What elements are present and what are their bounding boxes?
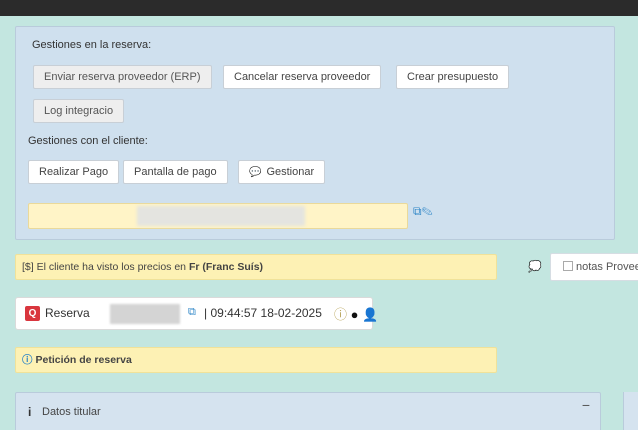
- currency-label: Fr (Franc Suís): [188, 261, 264, 273]
- chat-icon[interactable]: 💭: [528, 260, 542, 273]
- reserva-logo-icon: Q: [25, 306, 40, 321]
- top-bar: [0, 0, 638, 16]
- gestionar-label: Gestionar: [266, 166, 315, 178]
- log-integracio-button[interactable]: Log integracio: [33, 99, 125, 123]
- status-dark-icon: ●: [350, 307, 359, 322]
- realizar-pago-button[interactable]: Realizar Pago: [28, 160, 120, 184]
- price-view-info-bar: [$] El cliente ha visto los precios en F…: [15, 254, 497, 280]
- redacted-text: [137, 206, 305, 226]
- cancelar-reserva-proveedor-button[interactable]: Cancelar reserva proveedor: [223, 65, 382, 89]
- reserva-card: Q Reserva ⧉ | 09:44:57 18-02-2025 ⓘ ● 👤: [15, 297, 378, 330]
- edit-icon[interactable]: ✎: [422, 204, 433, 218]
- chat-bubble-icon: 💬: [249, 167, 262, 178]
- datetime-value: 09:44:57 18-02-2025: [210, 306, 322, 320]
- datos-titular-panel[interactable]: i Datos titular −: [15, 392, 601, 430]
- adjacent-panel-edge: [623, 392, 638, 430]
- info-prefix: El cliente ha visto los precios en: [36, 261, 187, 273]
- reserva-datetime: | 09:44:57 18-02-2025: [204, 306, 322, 320]
- money-icon: [$]: [22, 261, 34, 273]
- collapse-button[interactable]: −: [582, 397, 590, 413]
- info-letter-icon: i: [28, 405, 32, 419]
- pantalla-de-pago-button[interactable]: Pantalla de pago: [123, 160, 228, 184]
- separator: |: [204, 306, 208, 320]
- copy-icon[interactable]: ⧉: [188, 306, 196, 319]
- status-coin-icon: ⓘ: [334, 307, 348, 322]
- peticion-reserva-bar: ⓘ Petición de reserva: [15, 347, 497, 373]
- copy-edit-icons[interactable]: ⧉✎: [413, 204, 433, 219]
- notes-field[interactable]: [28, 203, 408, 229]
- user-icon: 👤: [362, 307, 379, 322]
- peticion-label: Petición de reserva: [35, 354, 132, 366]
- gestiones-panel: Gestiones en la reserva: Enviar reserva …: [15, 26, 615, 240]
- notas-proveedor-button[interactable]: notas Proveedor: [550, 253, 638, 281]
- broken-image-icon: [563, 261, 573, 271]
- gestionar-button[interactable]: 💬 Gestionar: [238, 160, 326, 184]
- gestiones-reserva-title: Gestiones en la reserva:: [32, 39, 152, 51]
- enviar-reserva-proveedor-button[interactable]: Enviar reserva proveedor (ERP): [33, 65, 212, 89]
- reserva-status-icons: ⓘ ● 👤: [334, 304, 378, 323]
- redacted-reserva-id: [110, 304, 180, 324]
- info-icon: ⓘ: [22, 354, 33, 366]
- notas-proveedor-label: notas Proveedor: [576, 261, 638, 273]
- reserva-label: Reserva: [45, 306, 90, 320]
- copy-icon[interactable]: ⧉: [413, 204, 422, 218]
- gestiones-cliente-title: Gestiones con el cliente:: [28, 135, 148, 147]
- datos-titular-title: Datos titular: [42, 406, 101, 418]
- crear-presupuesto-button[interactable]: Crear presupuesto: [396, 65, 510, 89]
